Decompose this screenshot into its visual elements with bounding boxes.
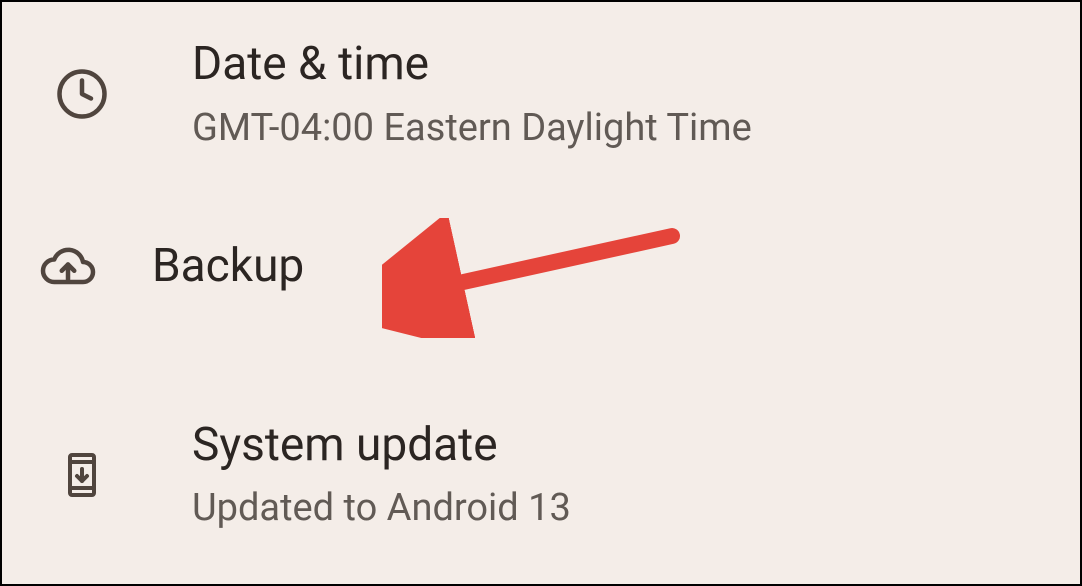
settings-list: Date & time GMT-04:00 Eastern Daylight T… — [2, 2, 1080, 558]
setting-item-system-update[interactable]: System update Updated to Android 13 — [2, 357, 1080, 558]
setting-item-date-time[interactable]: Date & time GMT-04:00 Eastern Daylight T… — [2, 12, 1080, 177]
setting-item-backup[interactable]: Backup — [2, 177, 1080, 357]
setting-subtitle: Updated to Android 13 — [192, 484, 571, 533]
clock-icon — [52, 64, 112, 124]
setting-text-block: Date & time GMT-04:00 Eastern Daylight T… — [192, 36, 752, 153]
cloud-upload-icon — [38, 237, 98, 297]
setting-text-block: Backup — [152, 238, 304, 296]
setting-text-block: System update Updated to Android 13 — [192, 417, 571, 534]
setting-title: Date & time — [192, 36, 752, 94]
setting-subtitle: GMT-04:00 Eastern Daylight Time — [192, 104, 752, 153]
phone-download-icon — [52, 445, 112, 505]
setting-title: Backup — [152, 238, 304, 296]
setting-title: System update — [192, 417, 571, 475]
